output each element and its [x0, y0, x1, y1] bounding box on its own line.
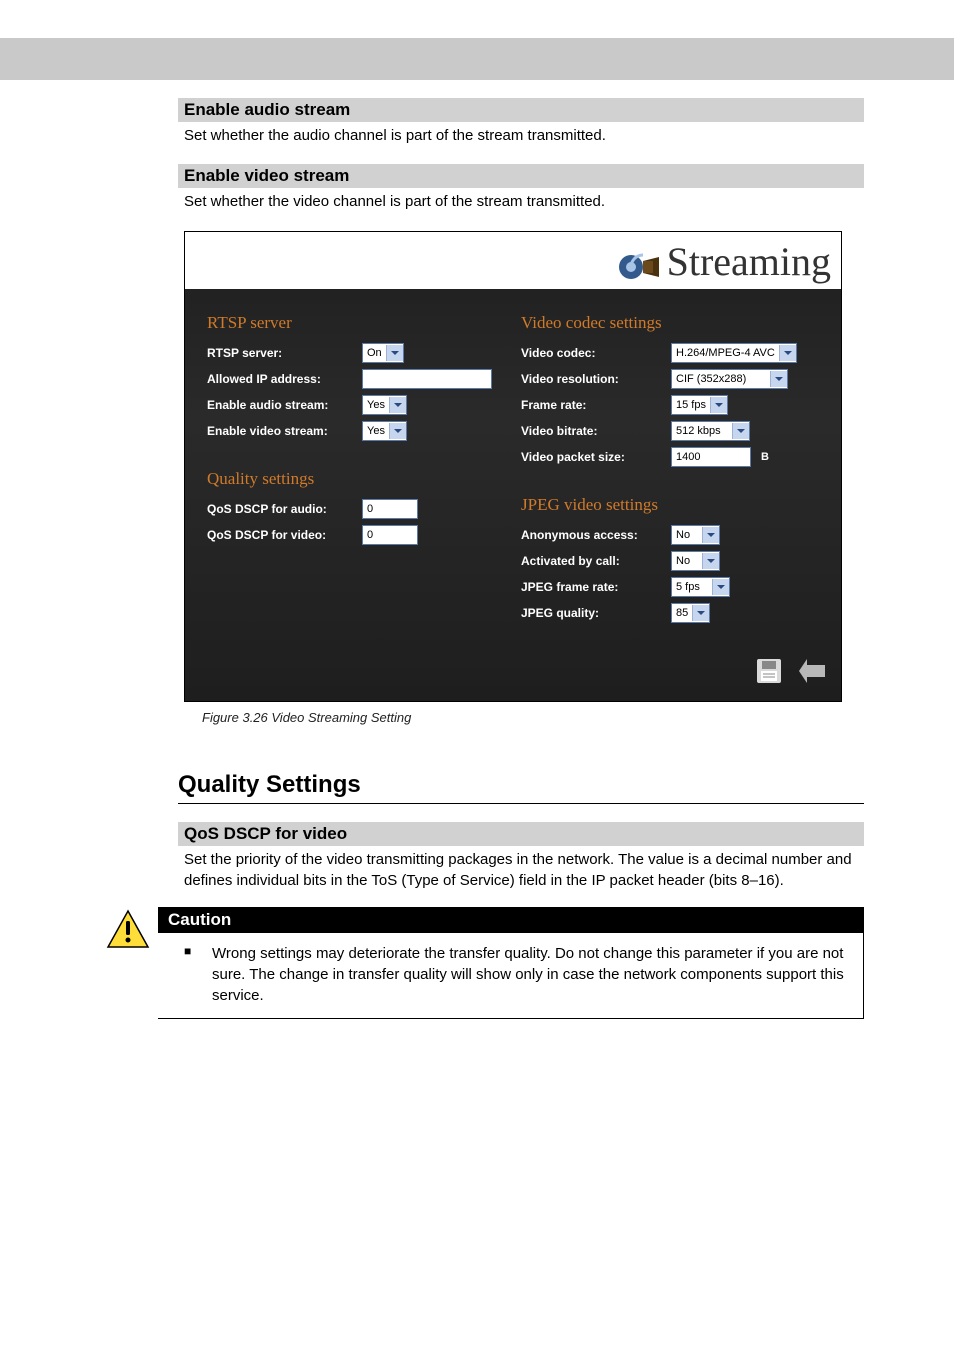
- jpeg-quality-select[interactable]: 85: [671, 603, 710, 623]
- quality-heading: Quality settings: [207, 469, 505, 489]
- section-heading-enable-video: Enable video stream: [178, 164, 864, 188]
- back-arrow-icon[interactable]: [797, 657, 827, 689]
- allowed-ip-label: Allowed IP address:: [207, 372, 362, 386]
- jpeg-frame-rate-label: JPEG frame rate:: [521, 580, 671, 594]
- right-column: Video codec settings Video codec: H.264/…: [513, 307, 827, 629]
- panel-title-bar: Streaming: [185, 232, 841, 290]
- chevron-down-icon: [692, 605, 709, 621]
- chevron-down-icon: [389, 397, 406, 413]
- activated-by-call-label: Activated by call:: [521, 554, 671, 568]
- section-text-enable-video: Set whether the video channel is part of…: [178, 188, 864, 212]
- enable-video-label: Enable video stream:: [207, 424, 362, 438]
- enable-audio-label: Enable audio stream:: [207, 398, 362, 412]
- caution-heading: Caution: [158, 907, 863, 933]
- caution-block: Caution Wrong settings may deteriorate t…: [0, 907, 954, 1019]
- rtsp-server-label: RTSP server:: [207, 346, 362, 360]
- chevron-down-icon: [732, 423, 749, 439]
- page: Enable audio stream Set whether the audi…: [0, 38, 954, 1019]
- streaming-icon: [617, 243, 661, 287]
- video-codec-label: Video codec:: [521, 346, 671, 360]
- codec-heading: Video codec settings: [521, 313, 819, 333]
- dscp-audio-label: QoS DSCP for audio:: [207, 502, 362, 516]
- jpeg-frame-rate-select[interactable]: 5 fps: [671, 577, 730, 597]
- video-bitrate-select[interactable]: 512 kbps: [671, 421, 750, 441]
- chevron-down-icon: [386, 345, 403, 361]
- section-text-qos-video: Set the priority of the video transmitti…: [178, 846, 864, 891]
- dscp-video-label: QoS DSCP for video:: [207, 528, 362, 542]
- video-codec-select[interactable]: H.264/MPEG-4 AVC: [671, 343, 797, 363]
- chevron-down-icon: [712, 579, 729, 595]
- streaming-panel: Streaming RTSP server RTSP server: On: [184, 231, 842, 703]
- figure-caption: Figure 3.26 Video Streaming Setting: [184, 702, 858, 725]
- video-resolution-label: Video resolution:: [521, 372, 671, 386]
- anon-access-label: Anonymous access:: [521, 528, 671, 542]
- figure-streaming: Streaming RTSP server RTSP server: On: [184, 231, 858, 726]
- video-resolution-select[interactable]: CIF (352x288): [671, 369, 788, 389]
- panel-footer: [185, 649, 841, 701]
- caution-icon: [98, 907, 158, 1019]
- frame-rate-select[interactable]: 15 fps: [671, 395, 728, 415]
- dscp-video-input[interactable]: 0: [362, 525, 418, 545]
- video-packet-label: Video packet size:: [521, 450, 671, 464]
- jpeg-quality-label: JPEG quality:: [521, 606, 671, 620]
- section-text-enable-audio: Set whether the audio channel is part of…: [178, 122, 864, 146]
- anon-access-select[interactable]: No: [671, 525, 720, 545]
- dscp-audio-input[interactable]: 0: [362, 499, 418, 519]
- video-packet-input[interactable]: 1400: [671, 447, 751, 467]
- video-packet-unit: B: [751, 451, 769, 463]
- heading-quality-settings: Quality Settings: [178, 771, 864, 804]
- section-heading-qos-video: QoS DSCP for video: [178, 822, 864, 846]
- chevron-down-icon: [702, 553, 719, 569]
- chevron-down-icon: [770, 371, 787, 387]
- rtsp-server-select[interactable]: On: [362, 343, 404, 363]
- jpeg-heading: JPEG video settings: [521, 495, 819, 515]
- activated-by-call-select[interactable]: No: [671, 551, 720, 571]
- save-icon[interactable]: [755, 657, 783, 689]
- chevron-down-icon: [389, 423, 406, 439]
- video-bitrate-label: Video bitrate:: [521, 424, 671, 438]
- enable-video-select[interactable]: Yes: [362, 421, 407, 441]
- allowed-ip-input[interactable]: [362, 369, 492, 389]
- panel-title-text: Streaming: [667, 239, 831, 284]
- chevron-down-icon: [710, 397, 727, 413]
- frame-rate-label: Frame rate:: [521, 398, 671, 412]
- chevron-down-icon: [779, 345, 796, 361]
- left-column: RTSP server RTSP server: On Allo: [199, 307, 513, 629]
- top-banner: [0, 38, 954, 80]
- section-heading-enable-audio: Enable audio stream: [178, 98, 864, 122]
- chevron-down-icon: [702, 527, 719, 543]
- caution-text: Wrong settings may deteriorate the trans…: [212, 943, 849, 1006]
- enable-audio-select[interactable]: Yes: [362, 395, 407, 415]
- rtsp-heading: RTSP server: [207, 313, 505, 333]
